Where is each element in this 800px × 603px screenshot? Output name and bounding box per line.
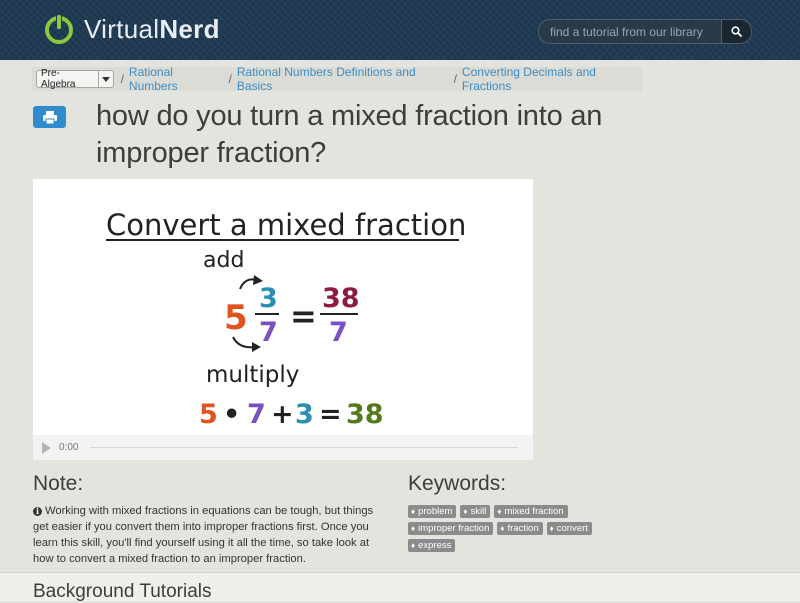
page-title: how do you turn a mixed fraction into an… — [96, 100, 603, 169]
note-heading: Note: — [33, 472, 84, 495]
keyword-tag-label: express — [418, 540, 452, 551]
keyword-tag-label: problem — [418, 506, 453, 517]
breadcrumb-separator: / — [453, 72, 457, 86]
video-progress-bar[interactable] — [90, 447, 519, 448]
keyword-tag-problem[interactable]: ♦ problem — [408, 505, 457, 518]
result-denominator: 7 — [329, 317, 348, 348]
subject-select-value: Pre-Algebra — [41, 68, 76, 90]
add-label: add — [203, 248, 244, 273]
whole-number: 5 — [224, 298, 248, 338]
video-controls: 0:00 — [33, 435, 533, 460]
tag-icon: ♦ — [463, 507, 468, 516]
logo-text-virtual: Virtual — [84, 14, 160, 44]
print-button[interactable] — [33, 106, 66, 128]
tag-icon: ♦ — [411, 541, 416, 550]
equation-equals: = — [319, 399, 342, 430]
equals-sign: = — [290, 297, 317, 335]
keyword-tag-label: improper fraction — [418, 523, 490, 534]
video-player[interactable]: Convert a mixed fraction add 5 3 7 = 38 … — [33, 179, 533, 460]
breadcrumb-link-rational-numbers[interactable]: Rational Numbers — [129, 65, 222, 93]
logo[interactable]: VirtualNerd — [42, 12, 220, 46]
equation-dot: • — [223, 399, 240, 430]
keywords-heading: Keywords: — [408, 472, 507, 495]
keyword-tag-improper-fraction[interactable]: ♦ improper fraction — [408, 522, 494, 535]
header-bar: VirtualNerd — [0, 0, 800, 60]
printer-icon — [42, 110, 57, 124]
equation-term-3: 3 — [295, 399, 314, 430]
numerator: 3 — [259, 283, 278, 314]
breadcrumb-link-definitions-basics[interactable]: Rational Numbers Definitions and Basics — [237, 65, 447, 93]
keyword-tag-label: skill — [470, 506, 487, 517]
search-icon — [731, 26, 742, 37]
video-time: 0:00 — [59, 442, 79, 453]
search-box — [538, 19, 752, 44]
equation-plus: + — [271, 399, 294, 430]
breadcrumb-separator: / — [120, 72, 124, 86]
denominator: 7 — [259, 317, 278, 348]
keyword-tag-skill[interactable]: ♦ skill — [460, 505, 491, 518]
logo-text: VirtualNerd — [84, 12, 220, 46]
note-body: i Working with mixed fractions in equatio… — [33, 503, 383, 567]
equation-term-5: 5 — [199, 399, 218, 430]
tag-icon: ♦ — [500, 524, 505, 533]
result-numerator: 38 — [322, 283, 360, 314]
equation-result: 38 — [346, 399, 384, 430]
info-icon: i — [33, 507, 42, 516]
search-button[interactable] — [721, 20, 751, 43]
breadcrumb-link-converting-decimals[interactable]: Converting Decimals and Fractions — [462, 65, 642, 93]
keyword-tag-mixed-fraction[interactable]: ♦ mixed fraction — [494, 505, 568, 518]
tag-icon: ♦ — [549, 524, 554, 533]
keyword-tag-fraction[interactable]: ♦ fraction — [497, 522, 543, 535]
play-icon[interactable] — [42, 441, 51, 454]
multiply-label: multiply — [206, 362, 299, 388]
slide-title: Convert a mixed fraction — [106, 208, 466, 242]
power-logo-icon — [45, 14, 73, 44]
tag-icon: ♦ — [411, 507, 416, 516]
chevron-down-icon[interactable] — [98, 71, 112, 87]
note-text: Working with mixed fractions in equation… — [33, 505, 374, 565]
breadcrumb: Pre-Algebra / Rational Numbers / Rationa… — [32, 65, 642, 93]
keyword-tags: ♦ problem ♦ skill ♦ mixed fraction ♦ imprope… — [408, 505, 623, 556]
video-frame: Convert a mixed fraction add 5 3 7 = 38 … — [106, 208, 466, 430]
keyword-tag-label: convert — [556, 523, 588, 534]
tag-icon: ♦ — [497, 507, 502, 516]
logo-text-nerd: Nerd — [159, 14, 220, 44]
equation-term-7: 7 — [247, 399, 266, 430]
keyword-tag-convert[interactable]: ♦ convert — [546, 522, 592, 535]
search-input[interactable] — [539, 20, 728, 43]
subject-select[interactable]: Pre-Algebra — [36, 68, 114, 90]
tag-icon: ♦ — [411, 524, 416, 533]
multiply-arrow — [232, 336, 256, 349]
keyword-tag-label: fraction — [507, 523, 539, 534]
breadcrumb-separator: / — [228, 72, 232, 86]
keyword-tag-label: mixed fraction — [504, 506, 564, 517]
keyword-tag-express[interactable]: ♦ express — [408, 539, 456, 552]
